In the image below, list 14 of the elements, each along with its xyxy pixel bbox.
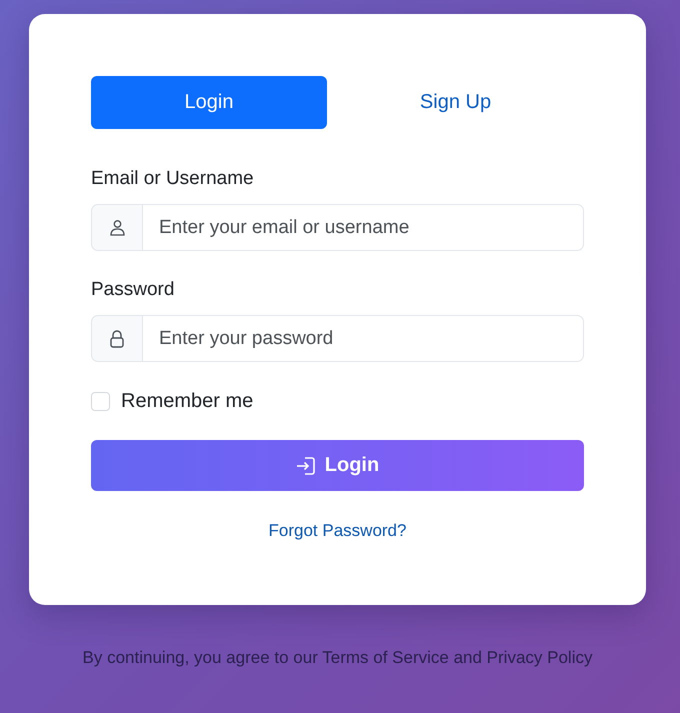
terms-notice: By continuing, you agree to our Terms of Service and Privacy Policy	[82, 647, 594, 669]
remember-checkbox[interactable]	[91, 392, 110, 411]
login-button[interactable]: Login	[91, 440, 584, 491]
field-label: Password	[91, 278, 174, 302]
lock-icon	[110, 330, 124, 348]
field-label: Email or Username	[91, 167, 254, 191]
email-field[interactable]: Enter your email or username	[143, 204, 584, 251]
forgot-password-link[interactable]: Forgot Password?	[268, 520, 406, 542]
tab[interactable]: Sign Up	[327, 76, 584, 129]
remember-label: Remember me	[121, 390, 254, 413]
password-field[interactable]: Enter your password	[143, 315, 584, 362]
sign-in-icon	[296, 456, 315, 474]
tab[interactable]: Login	[91, 76, 327, 129]
user-icon	[110, 220, 124, 236]
